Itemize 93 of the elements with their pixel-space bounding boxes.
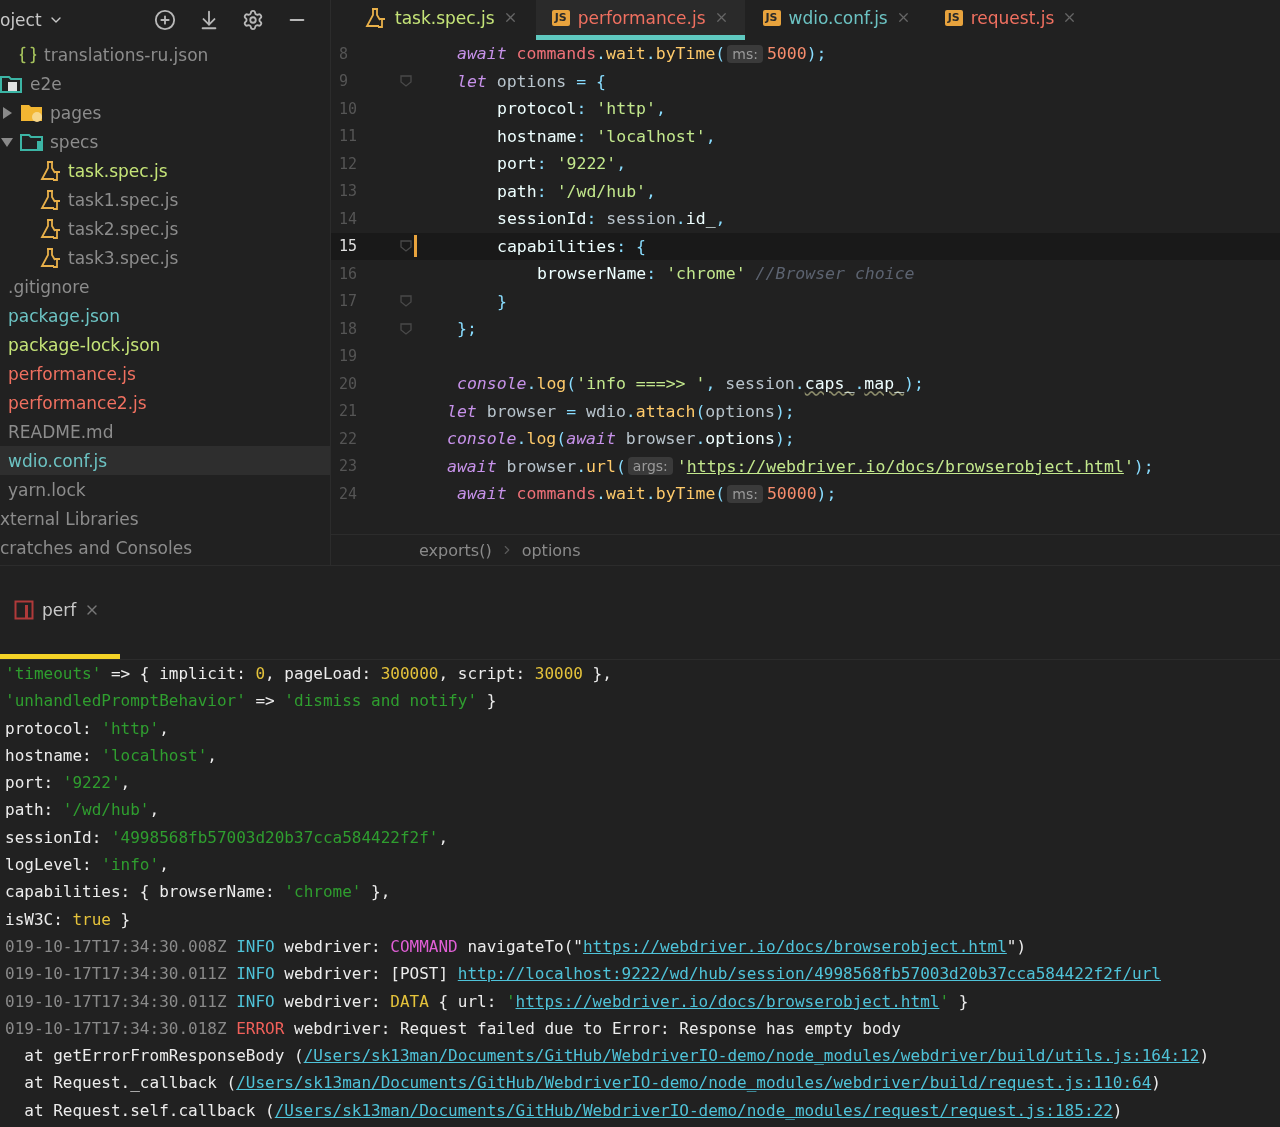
tree-item[interactable]: pages: [0, 98, 330, 127]
tree-item[interactable]: task.spec.js: [0, 156, 330, 185]
log-link[interactable]: /Users/sk13man/Documents/GitHub/WebdriverIO-demo/node_modules/request/request.js:185:22: [274, 1100, 1113, 1120]
js-file-icon: JS: [551, 9, 570, 26]
tree-item[interactable]: performance2.js: [0, 388, 330, 417]
fold-marker-icon[interactable]: [400, 75, 412, 88]
tree-item[interactable]: README.md: [0, 417, 330, 446]
editor-tab[interactable]: JS performance.js: [535, 0, 745, 40]
log-line: 'unhandledPromptBehavior' => 'dismiss and notify' }: [5, 690, 498, 713]
log-line: 'timeouts' => { implicit: 0, pageLoad: 300000, script: 30000 },: [5, 663, 613, 685]
editor-tab[interactable]: JS request.js: [928, 0, 1094, 40]
tree-item[interactable]: yarn.lock: [0, 475, 330, 504]
inlay-hint: ms:: [727, 44, 763, 63]
log-line: at Request._callback (/Users/sk13man/Documents/GitHub/WebdriverIO-demo/node_modules/webdriver/build/request.js:110:64): [23, 1072, 1162, 1095]
log-line: 019-10-17T17:34:30.011Z INFO webdriver: [POST] http://localhost:9222/wd/hub/session/4998568fb57003d20b37cca584422f2f/url: [5, 963, 1162, 986]
log-line: 019-10-17T17:34:30.011Z INFO webdriver: DATA { url: 'https://webdriver.io/docs/browserobject.html' }: [5, 990, 970, 1013]
log-line: sessionId: '4998568fb57003d20b37cca584422f2f',: [5, 826, 450, 849]
code-text: hostname: 'localhost',: [497, 126, 716, 146]
tree-item[interactable]: specs: [0, 127, 330, 156]
log-line: logLevel: 'info',: [5, 854, 170, 877]
line-number: 15: [338, 237, 359, 256]
code-text: };: [457, 319, 477, 339]
log-link[interactable]: https://webdriver.io/docs/browserobject.html: [583, 936, 1007, 956]
log-line: path: '/wd/hub',: [5, 799, 161, 822]
log-line: 019-10-17T17:34:30.008Z INFO webdriver: COMMAND navigateTo("https://webdriver.io/docs/browserobject.html"): [5, 935, 1028, 958]
log-line: at Request.self.callback (/Users/sk13man/Documents/GitHub/WebdriverIO-demo/node_modules/request/request.js:185:22): [23, 1099, 1124, 1122]
tree-item[interactable]: translations-ru.json: [0, 40, 330, 69]
log-link[interactable]: http://localhost:9222/wd/hub/session/4998568fb57003d20b37cca584422f2f/url: [457, 964, 1161, 984]
flask-icon: [40, 159, 62, 182]
folder-icon: [0, 73, 24, 94]
js-file-icon: JS: [762, 9, 781, 26]
breadcrumb-item[interactable]: options: [521, 540, 581, 560]
tree-item[interactable]: e2e: [0, 69, 330, 98]
log-line: 019-10-17T17:34:30.018Z ERROR webdriver: Request failed due to Error: Response has empty body: [5, 1017, 902, 1040]
code-text: port: '9222',: [497, 154, 627, 174]
panel-title[interactable]: oject: [0, 10, 42, 30]
breadcrumb-item[interactable]: exports(): [419, 540, 492, 560]
code-text: browserName: 'chrome' //Browser choice: [537, 264, 915, 284]
log-line: hostname: 'localhost',: [5, 744, 218, 767]
code-text: sessionId: session.id_,: [497, 209, 726, 229]
log-link[interactable]: /Users/sk13man/Documents/GitHub/WebdriverIO-demo/node_modules/webdriver/build/request.js:110:64: [236, 1073, 1152, 1093]
flask-icon: [40, 246, 62, 269]
flask-icon: [40, 217, 62, 240]
tree-item[interactable]: package.json: [0, 301, 330, 330]
folder-icon: [20, 102, 44, 123]
folder-icon: [20, 131, 44, 152]
run-tab[interactable]: perf: [14, 600, 101, 620]
tree-item[interactable]: wdio.conf.js: [0, 446, 330, 475]
log-line: port: '9222',: [5, 772, 132, 795]
code-text: 50000);: [766, 484, 837, 504]
tree-item[interactable]: task2.spec.js: [0, 214, 330, 243]
log-line: isW3C: true }: [5, 908, 132, 931]
locate-icon[interactable]: [153, 9, 176, 31]
code-text: await commands.wait.byTime(: [457, 44, 726, 64]
code-text: await commands.wait.byTime(: [457, 484, 726, 504]
code-text: protocol: 'http',: [497, 99, 666, 119]
run-config-icon: [14, 600, 34, 620]
code-text: console.log(await browser.options);: [447, 429, 795, 449]
js-file-icon: JS: [944, 9, 963, 26]
inlay-hint: ms:: [727, 484, 763, 503]
editor-tab[interactable]: JS wdio.conf.js: [746, 0, 927, 40]
flask-icon: [40, 188, 62, 211]
editor-tab[interactable]: task.spec.js: [349, 0, 534, 40]
code-text: 'https://webdriver.io/docs/browserobject.html');: [676, 456, 1154, 476]
fold-marker-icon[interactable]: [400, 295, 412, 308]
code-text: let browser = wdio.attach(options);: [447, 401, 795, 421]
code-text: let options = {: [457, 71, 607, 91]
code-text: path: '/wd/hub',: [497, 181, 656, 201]
tree-item[interactable]: cratches and Consoles: [0, 533, 330, 562]
code-text: await browser.url(: [447, 456, 626, 476]
inlay-hint: args:: [627, 457, 673, 476]
log-line: capabilities: { browserName: 'chrome' },: [5, 881, 392, 904]
disclosure-arrow-icon[interactable]: [0, 105, 14, 120]
log-link[interactable]: https://webdriver.io/docs/browserobject.html: [515, 991, 940, 1011]
tree-item[interactable]: .gitignore: [0, 272, 330, 301]
tree-item[interactable]: performance.js: [0, 359, 330, 388]
code-text: console.log('info ===>> ', session.caps_.map_);: [457, 374, 924, 394]
log-line: protocol: 'http',: [5, 717, 170, 740]
log-link[interactable]: /Users/sk13man/Documents/GitHub/WebdriverIO-demo/node_modules/webdriver/build/utils.js:164:12: [303, 1046, 1200, 1066]
code-text: capabilities: {: [497, 236, 647, 256]
url-link[interactable]: https://webdriver.io/docs/browserobject.html: [686, 456, 1124, 476]
flask-icon: [365, 6, 387, 29]
settings-icon[interactable]: [241, 9, 264, 31]
log-line: at getErrorFromResponseBody (/Users/sk13man/Documents/GitHub/WebdriverIO-demo/node_modules/webdriver/build/utils.js:164:12): [23, 1045, 1211, 1068]
code-text: }: [497, 291, 507, 311]
braces-icon: [18, 44, 38, 65]
fold-marker-icon[interactable]: [400, 322, 412, 335]
code-text: 5000);: [766, 44, 827, 64]
tree-item[interactable]: task3.spec.js: [0, 243, 330, 272]
fold-marker-icon[interactable]: [400, 240, 412, 253]
tree-item[interactable]: xternal Libraries: [0, 504, 330, 533]
tree-item[interactable]: package-lock.json: [0, 330, 330, 359]
tree-item[interactable]: task1.spec.js: [0, 185, 330, 214]
